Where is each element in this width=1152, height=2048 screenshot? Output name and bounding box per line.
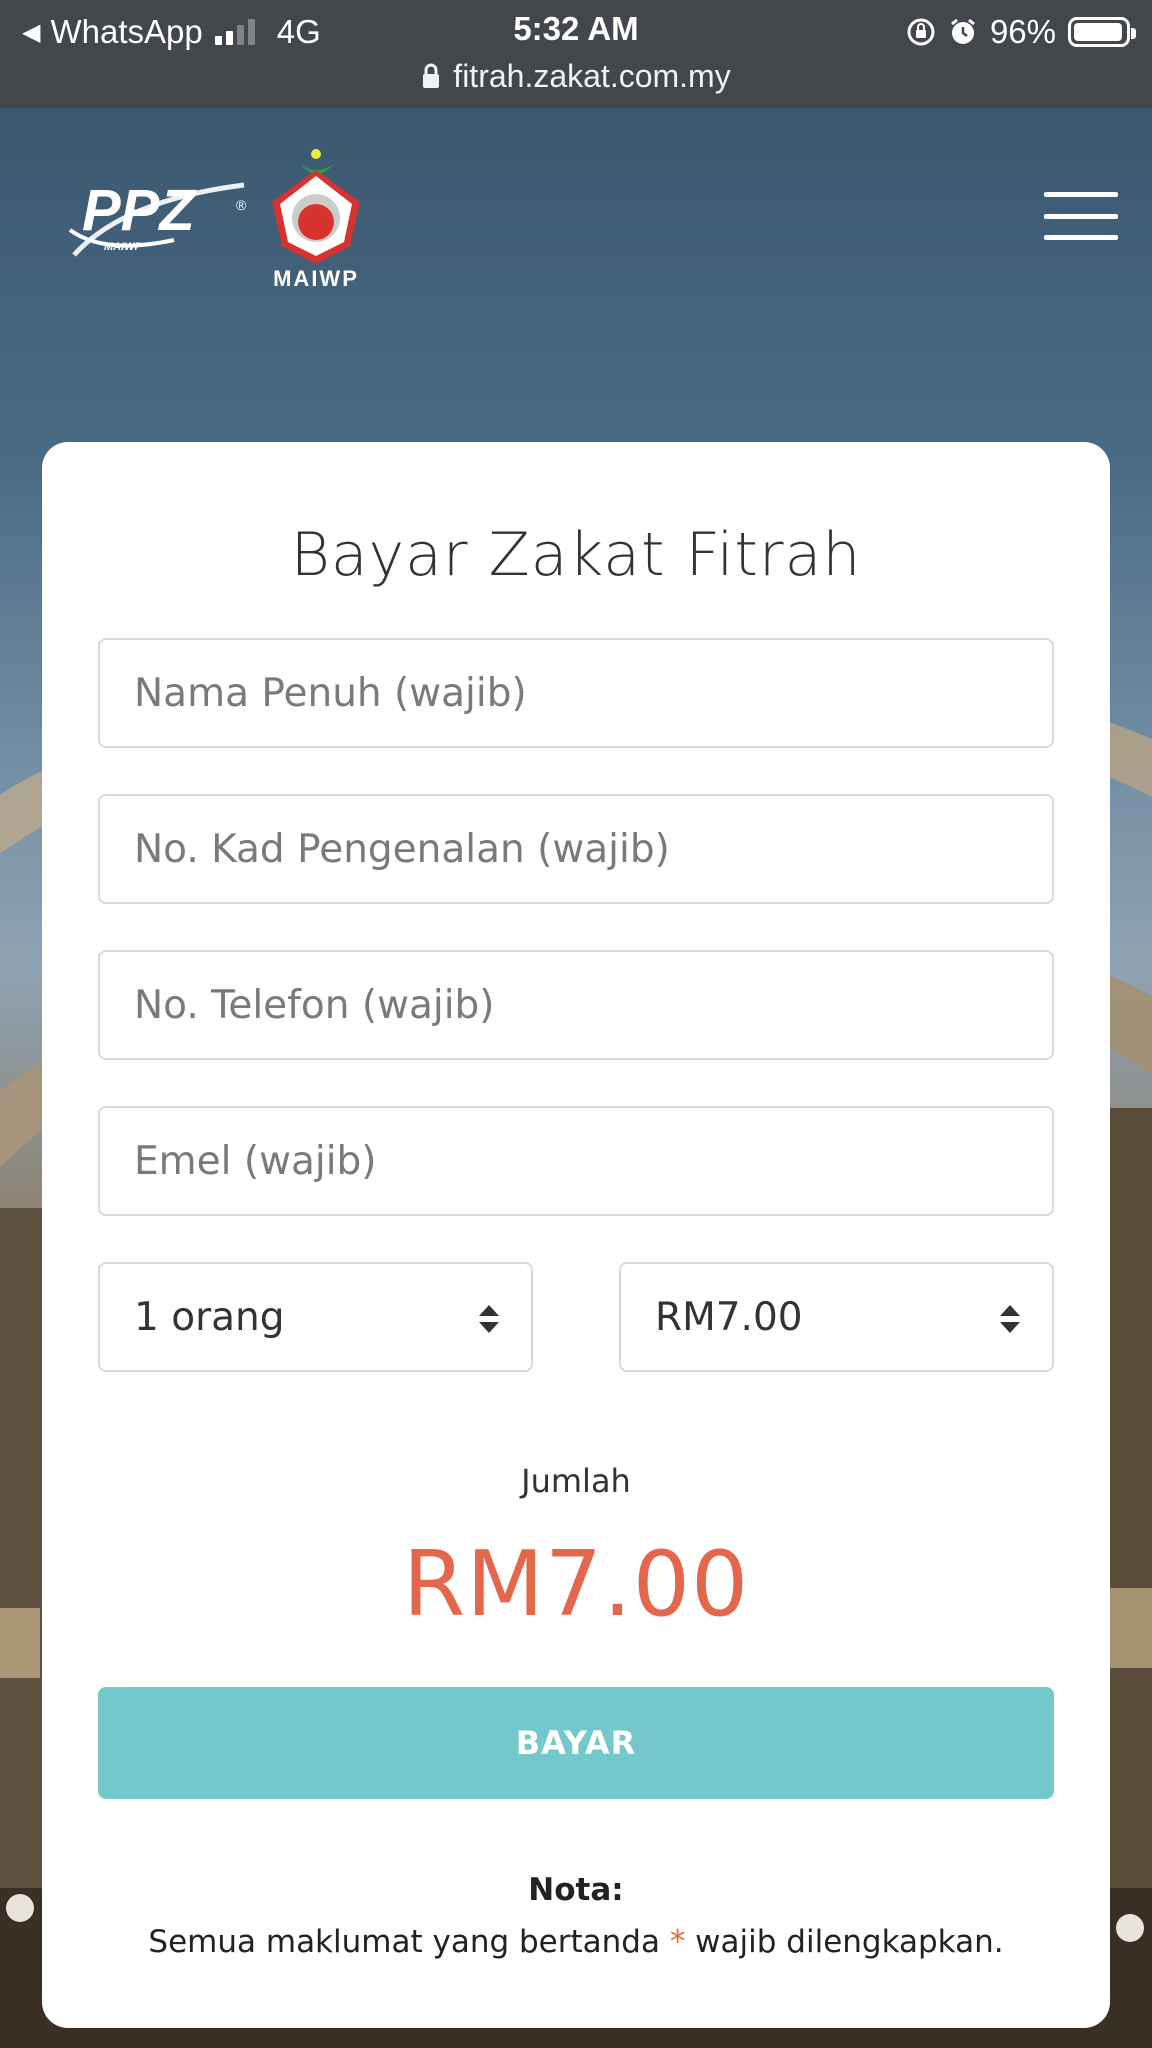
email-input[interactable] (98, 1106, 1054, 1216)
full-name-input[interactable] (98, 638, 1054, 748)
pay-button[interactable]: BAYAR (98, 1687, 1054, 1799)
svg-text:®: ® (236, 197, 247, 213)
phone-input[interactable] (98, 950, 1054, 1060)
ic-number-input[interactable] (98, 794, 1054, 904)
maiwp-logo-text: MAIWP (273, 266, 359, 291)
lock-icon (423, 63, 440, 88)
note-text-before: Semua maklumat yang bertanda (148, 1924, 670, 1960)
status-bar-right: 96% (906, 12, 1136, 52)
hamburger-menu-icon[interactable] (1044, 192, 1118, 240)
alarm-icon (948, 17, 978, 47)
battery-level-fill (1074, 23, 1122, 41)
status-bar: ◀ WhatsApp 4G 5:32 AM 96% fitrah.zakat.c… (0, 0, 1152, 108)
persons-select[interactable]: 1 orang (98, 1262, 533, 1372)
zakat-form-card: Bayar Zakat Fitrah 1 orang RM7.00 Jumlah… (42, 442, 1110, 2028)
required-asterisk: * (669, 1924, 686, 1960)
battery-percent: 96% (989, 13, 1056, 50)
url-bar[interactable]: fitrah.zakat.com.my (0, 54, 1152, 98)
note-text-after: wajib dilengkapkan. (685, 1924, 1004, 1960)
rate-select[interactable]: RM7.00 (619, 1262, 1054, 1372)
note-text: Semua maklumat yang bertanda * wajib dil… (42, 1924, 1110, 1960)
ppz-logo[interactable]: PPZ ® MAIWP (64, 160, 254, 270)
form-title: Bayar Zakat Fitrah (290, 520, 862, 590)
note-title: Nota: (528, 1872, 624, 1908)
persons-select-value: 1 orang (134, 1294, 285, 1340)
maiwp-logo[interactable]: MAIWP (262, 146, 372, 294)
total-amount: RM7.00 (402, 1532, 750, 1637)
rate-select-value: RM7.00 (655, 1294, 803, 1340)
svg-text:MAIWP: MAIWP (104, 241, 143, 253)
select-arrows-icon (1000, 1305, 1020, 1333)
url-text[interactable]: fitrah.zakat.com.my (453, 58, 730, 95)
svg-text:PPZ: PPZ (82, 178, 197, 243)
rotation-lock-icon (906, 17, 936, 47)
select-arrows-icon (479, 1305, 499, 1333)
total-label: Jumlah (521, 1462, 631, 1500)
battery-icon (1068, 17, 1136, 47)
